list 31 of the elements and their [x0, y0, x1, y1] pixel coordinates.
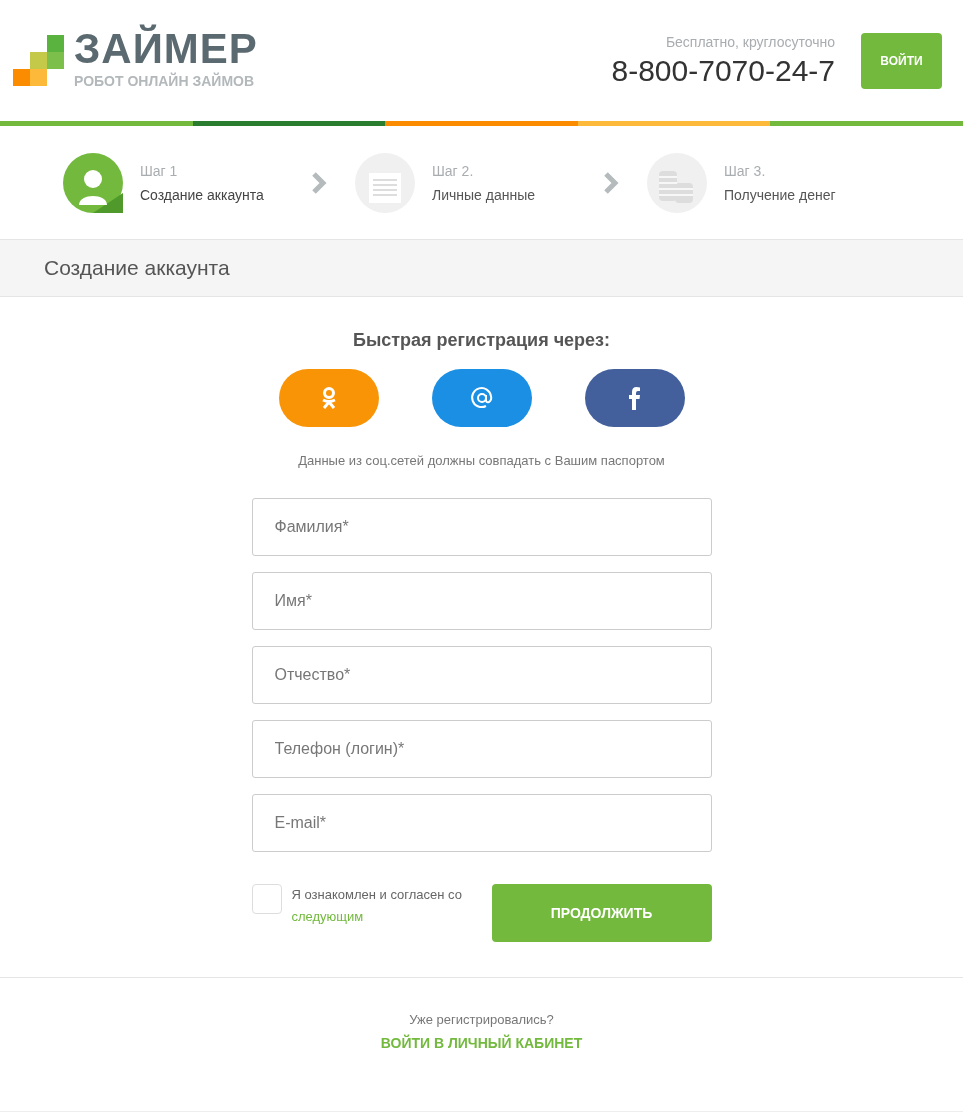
step-number: Шаг 3. — [724, 162, 767, 179]
chevron-icon — [310, 170, 328, 195]
terms-link[interactable]: следующим — [291, 909, 364, 924]
input-field[interactable]: Имя* — [251, 572, 712, 630]
phone-number: 8-800-7070-24-7 — [611, 53, 835, 88]
checkbox[interactable] — [251, 884, 282, 914]
social-note: Данные из соц.сетей должны совпадать с Вашим паспортом — [298, 453, 665, 468]
section-title: Создание аккаунта — [44, 256, 230, 280]
continue-button[interactable]: ПРОДОЛЖИТЬ — [491, 884, 712, 942]
ok-login-button[interactable] — [278, 369, 379, 427]
input-field[interactable]: E-mail* — [251, 794, 712, 852]
facebook-login-button[interactable] — [584, 369, 685, 427]
input-field[interactable]: Фамилия* — [251, 498, 712, 556]
at-login-button[interactable] — [431, 369, 532, 427]
step-label: Получение денег — [724, 186, 836, 203]
input-field[interactable]: Телефон (логин)* — [251, 720, 712, 778]
phone-note: Бесплатно, круглосуточно — [665, 33, 835, 50]
social-title: Быстрая регистрация через: — [352, 330, 611, 351]
step-number: Шаг 1 — [140, 162, 179, 179]
agreement-text: Я ознакомлен и согласен со следующим — [291, 886, 463, 926]
step-label: Личные данные — [432, 186, 536, 203]
logo-subtitle: РОБОТ ОНЛАЙН ЗАЙМОВ — [74, 71, 256, 90]
at-icon — [469, 386, 494, 410]
step-number: Шаг 2. — [432, 162, 475, 179]
chevron-icon — [602, 170, 620, 195]
input-field[interactable]: Отчество* — [251, 646, 712, 704]
logo-icon — [13, 35, 64, 86]
login-button[interactable]: ВОЙТИ — [861, 32, 942, 89]
cabinet-link[interactable]: ВОЙТИ В ЛИЧНЫЙ КАБИНЕТ — [380, 1035, 583, 1051]
login-question: Уже регистрировались? — [409, 1012, 554, 1027]
step-label: Создание аккаунта — [140, 186, 264, 203]
